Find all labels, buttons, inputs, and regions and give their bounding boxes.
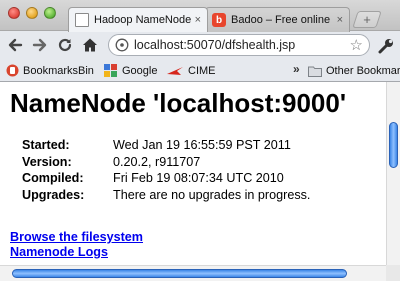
info-row-compiled: Compiled: Fri Feb 19 08:07:34 UTC 2010 [22,170,310,187]
info-value: 0.20.2, r911707 [113,154,201,169]
forward-arrow-icon [32,38,47,52]
bookmark-label: CIME [188,64,216,77]
cime-icon [166,65,184,77]
bookmark-star-icon[interactable]: ☆ [350,36,363,54]
tab-strip: Hadoop NameNode lo × b Badoo – Free onli… [0,0,400,32]
google-icon [104,64,118,77]
bookmark-bookmarksbin[interactable]: BookmarksBin [6,63,94,78]
namenode-logs-link[interactable]: Namenode Logs [10,245,143,260]
info-value: Fri Feb 19 08:07:34 UTC 2010 [113,171,284,186]
info-value: There are no upgrades in progress. [113,187,311,202]
home-button[interactable] [80,35,100,55]
other-bookmarks[interactable]: Other Bookmarks [308,63,400,78]
tab-close-icon[interactable]: × [195,14,201,26]
url-text[interactable]: localhost:50070/dfshealth.jsp [134,38,350,52]
tab-label: Hadoop NameNode lo [94,14,191,26]
window-controls [8,7,56,19]
reload-icon [58,38,72,52]
vertical-scroll-thumb[interactable] [389,122,398,168]
tab-label: Badoo – Free online da [231,14,333,26]
tab-close-icon[interactable]: × [337,14,343,26]
address-bar[interactable]: localhost:50070/dfshealth.jsp ☆ [108,34,370,56]
badoo-icon: b [212,13,226,27]
namenode-info-table: Started: Wed Jan 19 16:55:59 PST 2011 Ve… [22,137,310,203]
globe-icon [115,38,129,52]
bookmarksbin-icon [6,64,19,77]
bookmark-label: Google [122,64,158,77]
back-arrow-icon [8,38,23,52]
reload-button[interactable] [55,35,75,55]
wrench-menu-button[interactable] [377,37,395,55]
close-window-button[interactable] [8,7,20,19]
minimize-window-button[interactable] [26,7,38,19]
tab-badoo[interactable]: b Badoo – Free online da × [205,7,350,32]
new-tab-button[interactable]: + [352,11,382,28]
back-button[interactable] [5,35,25,55]
page-content: NameNode 'localhost:9000' Started: Wed J… [0,82,386,265]
browser-toolbar: localhost:50070/dfshealth.jsp ☆ [0,31,400,60]
info-label: Version: [22,154,72,169]
wrench-icon [378,39,393,54]
bookmarks-bar: BookmarksBin Google CIME » Other Bookmar… [0,60,400,82]
bookmark-cime[interactable]: CIME [166,63,216,78]
info-label: Compiled: [22,171,84,186]
horizontal-scrollbar[interactable] [0,265,386,281]
page-icon [75,13,89,27]
scrollbar-corner [386,265,400,281]
info-row-version: Version: 0.20.2, r911707 [22,154,310,171]
browse-filesystem-link[interactable]: Browse the filesystem [10,230,143,245]
bookmark-google[interactable]: Google [104,63,157,78]
plus-icon: + [363,12,371,27]
info-row-started: Started: Wed Jan 19 16:55:59 PST 2011 [22,137,310,154]
info-label: Started: [22,138,70,153]
other-bookmarks-label: Other Bookmarks [326,64,400,77]
horizontal-scroll-thumb[interactable] [12,269,347,278]
info-value: Wed Jan 19 16:55:59 PST 2011 [113,138,291,153]
info-label: Upgrades: [22,187,85,202]
page-title: NameNode 'localhost:9000' [10,88,347,118]
vertical-scrollbar[interactable] [386,82,400,265]
bookmark-label: BookmarksBin [23,64,94,77]
home-icon [83,38,97,52]
page-links: Browse the filesystem Namenode Logs [10,230,143,260]
bookmarks-overflow-chevron[interactable]: » [293,62,300,76]
forward-button[interactable] [30,35,50,55]
info-row-upgrades: Upgrades: There are no upgrades in progr… [22,187,310,204]
folder-icon [308,65,322,77]
tab-hadoop-namenode[interactable]: Hadoop NameNode lo × [68,7,208,32]
zoom-window-button[interactable] [44,7,56,19]
